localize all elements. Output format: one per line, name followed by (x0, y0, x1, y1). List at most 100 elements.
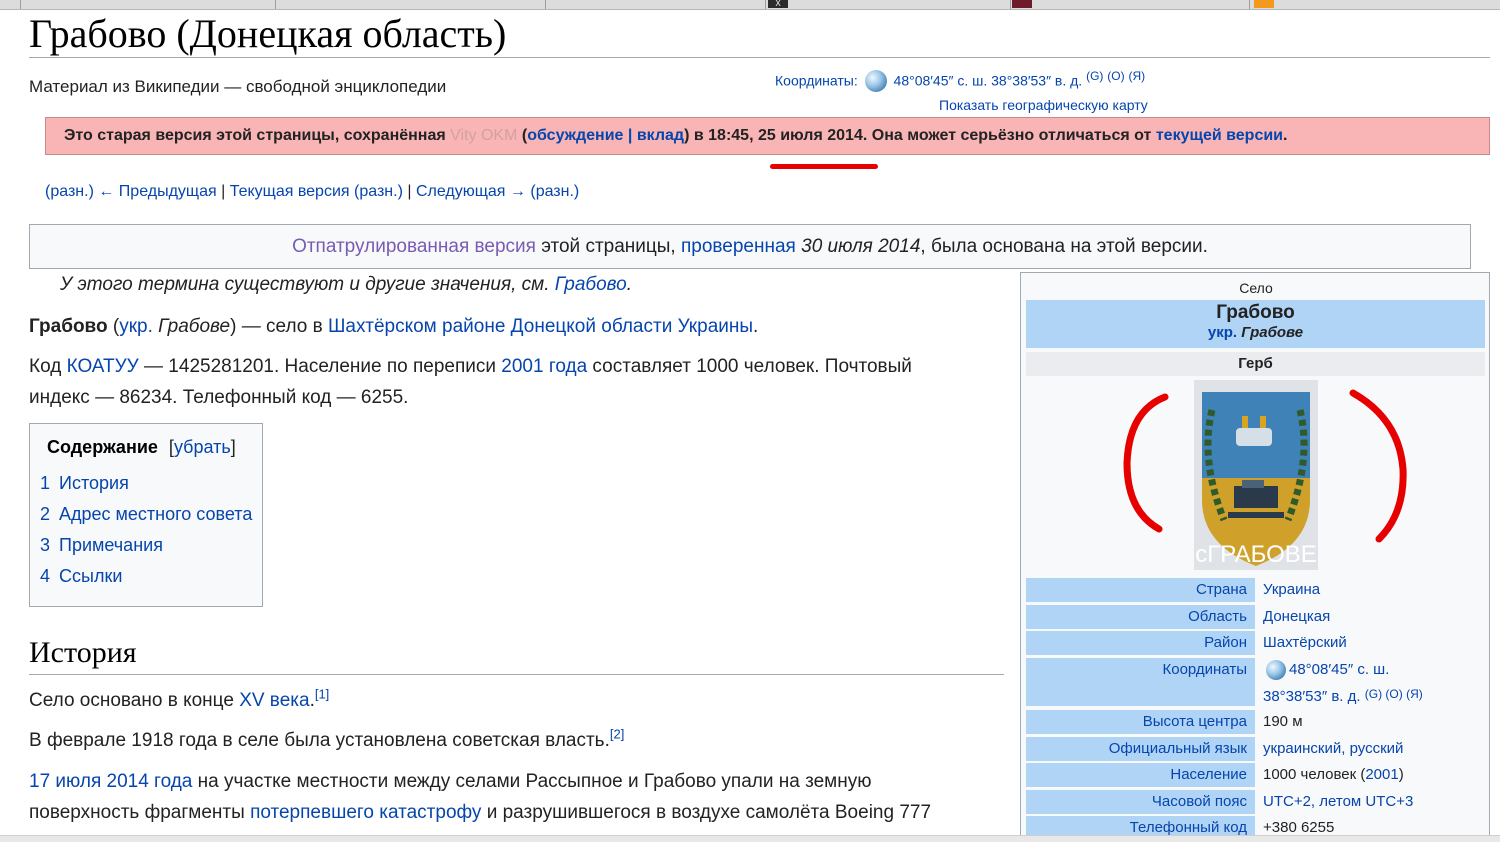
show-map-link[interactable]: Показать географическую карту (939, 97, 1148, 113)
coord-link-ya[interactable]: (Я) (1129, 69, 1146, 83)
toc-item[interactable]: 4 Ссылки (40, 561, 262, 592)
infobox-value[interactable]: Украина (1263, 578, 1485, 602)
checked-link[interactable]: проверенная (681, 236, 796, 257)
toc-item-label[interactable]: Ссылки (59, 566, 122, 586)
infobox-value[interactable]: UTC+2, летом UTC+3 (1263, 790, 1485, 814)
toc-item[interactable]: 3 Примечания (40, 530, 262, 561)
koatuu-link[interactable]: КОАТУУ (67, 356, 139, 377)
article-name: Грабово (29, 316, 108, 337)
infobox-type: Село (1239, 280, 1273, 296)
infobox-label[interactable]: Официальный язык (1026, 737, 1255, 761)
tab-favicon-icon: X (768, 0, 788, 8)
toc-item-label[interactable]: История (59, 473, 129, 493)
infobox-row-timezone: Часовой пояс UTC+2, летом UTC+3 (1026, 790, 1485, 814)
infobox: Село Грабово укр. Грабове Герб сГРАБОВЕ … (1020, 272, 1490, 841)
toc-title: Содержание (47, 437, 158, 457)
census-link[interactable]: 2001 года (501, 356, 587, 377)
history-paragraph-3: 17 июля 2014 года на участке местности м… (29, 766, 989, 828)
ukr-link[interactable]: укр. (119, 316, 153, 337)
hatnote-link[interactable]: Грабово (555, 274, 627, 295)
toc-item-number: 3 (40, 535, 51, 555)
country-link[interactable]: Украины (678, 316, 753, 337)
site-subtitle: Материал из Википедии — свободной энцикл… (29, 77, 447, 96)
region-link[interactable]: Донецкой области (511, 316, 673, 337)
infobox-value[interactable]: Шахтёрский (1263, 631, 1485, 655)
diff-link[interactable]: (разн.) (354, 183, 403, 200)
infobox-value: 1000 человек (2001) (1263, 763, 1485, 787)
globe-icon[interactable] (864, 69, 887, 92)
browser-tab[interactable] (1034, 0, 1250, 9)
notice-contribs-link[interactable]: вклад (637, 127, 684, 144)
infobox-label[interactable]: Высота центра (1026, 710, 1255, 734)
infobox-label[interactable]: Координаты (1026, 658, 1255, 706)
toc-hide-link[interactable]: убрать (174, 437, 231, 457)
infobox-label[interactable]: Страна (1026, 578, 1255, 602)
infobox-value: 48°08′45″ с. ш. 38°38′53″ в. д. (G) (O) … (1263, 658, 1485, 706)
notice-time: ) в 18:45, 25 июля 2014. (684, 127, 868, 144)
infobox-coord-links[interactable]: (G) (O) (Я) (1365, 687, 1423, 701)
notice-current-link[interactable]: текущей версии (1156, 127, 1283, 144)
intro-end: . (753, 316, 759, 337)
infobox-value: 190 м (1263, 713, 1303, 730)
infobox-coord-lat[interactable]: 48°08′45″ с. ш. (1289, 661, 1389, 678)
toc-item[interactable]: 2 Адрес местного совета (40, 499, 262, 530)
infobox-ukr-value: Грабове (1241, 324, 1304, 341)
coord-link-o[interactable]: (O) (1107, 69, 1124, 83)
patrolled-version-link[interactable]: Отпатрулированная версия (292, 236, 536, 257)
toc-bracket: ] (230, 437, 236, 457)
notice-user-link[interactable]: Vity OKM (450, 127, 517, 144)
infobox-value[interactable]: Донецкая (1263, 605, 1485, 629)
infobox-row-district: Район Шахтёрский (1026, 631, 1485, 655)
codes-text: Код (29, 356, 67, 377)
infobox-row-elevation: Высота центра 190 м (1026, 710, 1485, 734)
census-year-link[interactable]: 2001 (1365, 766, 1398, 783)
current-revision-link[interactable]: Текущая версия (230, 183, 350, 200)
coordinates-value[interactable]: 48°08′45″ с. ш. 38°38′53″ в. д. (894, 73, 1083, 89)
heading-divider (29, 674, 1004, 675)
coat-of-arms-image[interactable]: сГРАБОВЕ (1194, 380, 1318, 570)
coordinates-label[interactable]: Координаты: (775, 73, 858, 89)
toc-toggle[interactable]: [убрать] (169, 437, 236, 457)
browser-tab[interactable] (275, 0, 546, 9)
history-paragraph-1: Село основано в конце XV века.[1] (29, 685, 989, 716)
diff-link[interactable]: (разн.) (45, 183, 94, 200)
infobox-label[interactable]: Район (1026, 631, 1255, 655)
reference-link[interactable]: [2] (610, 727, 624, 742)
infobox-label[interactable]: Часовой пояс (1026, 790, 1255, 814)
coat-text: сГРАБОВЕ (1195, 541, 1317, 568)
infobox-label[interactable]: Область (1026, 605, 1255, 629)
infobox-ukr-link[interactable]: укр. (1208, 324, 1237, 341)
reference-link[interactable]: [1] (315, 687, 329, 702)
diff-link[interactable]: (разн.) (530, 183, 579, 200)
notice-end: . (1283, 127, 1288, 144)
page-title: Грабово (Донецкая область) (29, 11, 507, 56)
crash-link[interactable]: потерпевшего катастрофу (250, 802, 481, 823)
century-link[interactable]: XV века (239, 690, 309, 711)
intro-paragraph: Грабово (укр. Грабове) — село в Шахтёрск… (29, 311, 989, 342)
history-text: поверхность фрагменты (29, 802, 251, 823)
previous-revision-link[interactable]: ← Предыдущая (98, 183, 216, 200)
infobox-coord-lon[interactable]: 38°38′53″ в. д. (1263, 688, 1361, 705)
toc-item-label[interactable]: Примечания (59, 535, 163, 555)
browser-tab[interactable] (0, 0, 21, 9)
patrol-text: , была основана на этой версии. (920, 236, 1208, 257)
infobox-row-coordinates: Координаты 48°08′45″ с. ш. 38°38′53″ в. … (1026, 658, 1485, 706)
infobox-row-population: Население 1000 человек (2001) (1026, 763, 1485, 787)
coord-link-g[interactable]: (G) (1086, 69, 1103, 83)
district-link[interactable]: Шахтёрском районе (328, 316, 505, 337)
browser-tab[interactable] (790, 0, 1011, 9)
date-link[interactable]: 17 июля 2014 года (29, 771, 192, 792)
browser-tab[interactable] (20, 0, 276, 9)
toc-item[interactable]: 1 История (40, 468, 262, 499)
annotation-bracket-left (1123, 393, 1169, 533)
toc-item-number: 2 (40, 504, 51, 524)
infobox-value[interactable]: украинский, русский (1263, 737, 1485, 761)
annotation-underline (770, 164, 878, 169)
infobox-label[interactable]: Население (1026, 763, 1255, 787)
toc-item-label[interactable]: Адрес местного совета (59, 504, 252, 524)
globe-icon[interactable] (1266, 660, 1286, 680)
next-revision-link[interactable]: Следующая → (416, 183, 526, 200)
notice-talk-link[interactable]: обсуждение (527, 127, 623, 144)
coordinates-header: Координаты: 48°08′45″ с. ш. 38°38′53″ в.… (775, 69, 1145, 92)
browser-tab[interactable] (545, 0, 766, 9)
